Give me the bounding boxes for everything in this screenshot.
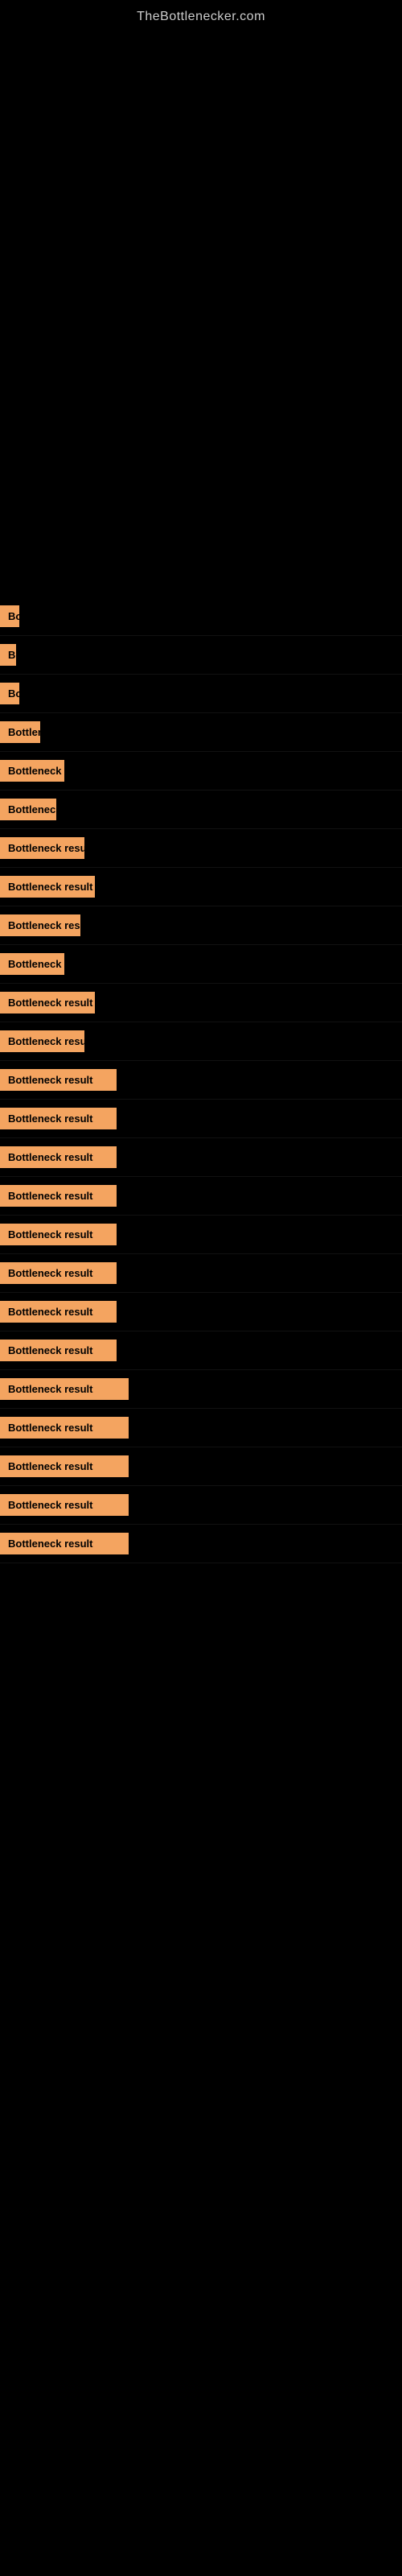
table-row: Bottleneck result [0, 1100, 402, 1138]
table-row: Bottleneck result [0, 636, 402, 675]
table-row: Bottleneck result [0, 1138, 402, 1177]
result-badge-12[interactable]: Bottleneck result [0, 1030, 84, 1052]
result-badge-3[interactable]: Bottleneck result [0, 683, 19, 704]
result-badge-18[interactable]: Bottleneck result [0, 1262, 117, 1284]
result-badge-9[interactable]: Bottleneck result [0, 914, 80, 936]
table-row: Bottleneck result [0, 1409, 402, 1447]
result-badge-22[interactable]: Bottleneck result [0, 1417, 129, 1439]
table-row: Bottleneck result [0, 984, 402, 1022]
result-badge-19[interactable]: Bottleneck result [0, 1301, 117, 1323]
table-row: Bottleneck result [0, 597, 402, 636]
table-row: Bottleneck result [0, 791, 402, 829]
result-badge-8[interactable]: Bottleneck result [0, 876, 95, 898]
table-row: Bottleneck result [0, 1177, 402, 1216]
table-row: Bottleneck result [0, 1061, 402, 1100]
result-badge-17[interactable]: Bottleneck result [0, 1224, 117, 1245]
table-row: Bottleneck result [0, 1331, 402, 1370]
table-row: Bottleneck result [0, 1370, 402, 1409]
table-row: Bottleneck result [0, 945, 402, 984]
result-badge-14[interactable]: Bottleneck result [0, 1108, 117, 1129]
table-row: Bottleneck result [0, 1022, 402, 1061]
result-badge-7[interactable]: Bottleneck result [0, 837, 84, 859]
result-badge-1[interactable]: Bottleneck result [0, 605, 19, 627]
table-row: Bottleneck result [0, 675, 402, 713]
table-row: Bottleneck result [0, 1486, 402, 1525]
table-row: Bottleneck result [0, 1447, 402, 1486]
result-badge-5[interactable]: Bottleneck result [0, 760, 64, 782]
result-badge-20[interactable]: Bottleneck result [0, 1340, 117, 1361]
table-row: Bottleneck result [0, 713, 402, 752]
table-row: Bottleneck result [0, 906, 402, 945]
result-badge-13[interactable]: Bottleneck result [0, 1069, 117, 1091]
result-badge-4[interactable]: Bottleneck result [0, 721, 40, 743]
bottleneck-results-section: Bottleneck result Bottleneck result Bott… [0, 581, 402, 1579]
result-badge-6[interactable]: Bottleneck result [0, 799, 56, 820]
result-badge-15[interactable]: Bottleneck result [0, 1146, 117, 1168]
site-title: TheBottlenecker.com [0, 0, 402, 34]
result-badge-10[interactable]: Bottleneck result [0, 953, 64, 975]
table-row: Bottleneck result [0, 1216, 402, 1254]
table-row: Bottleneck result [0, 1525, 402, 1563]
table-row: Bottleneck result [0, 1254, 402, 1293]
table-row: Bottleneck result [0, 1293, 402, 1331]
result-badge-2[interactable]: Bottleneck result [0, 644, 16, 666]
chart-area [0, 34, 402, 581]
result-badge-11[interactable]: Bottleneck result [0, 992, 95, 1013]
result-badge-25[interactable]: Bottleneck result [0, 1533, 129, 1554]
result-badge-16[interactable]: Bottleneck result [0, 1185, 117, 1207]
table-row: Bottleneck result [0, 752, 402, 791]
result-badge-23[interactable]: Bottleneck result [0, 1455, 129, 1477]
result-badge-21[interactable]: Bottleneck result [0, 1378, 129, 1400]
table-row: Bottleneck result [0, 868, 402, 906]
table-row: Bottleneck result [0, 829, 402, 868]
result-badge-24[interactable]: Bottleneck result [0, 1494, 129, 1516]
